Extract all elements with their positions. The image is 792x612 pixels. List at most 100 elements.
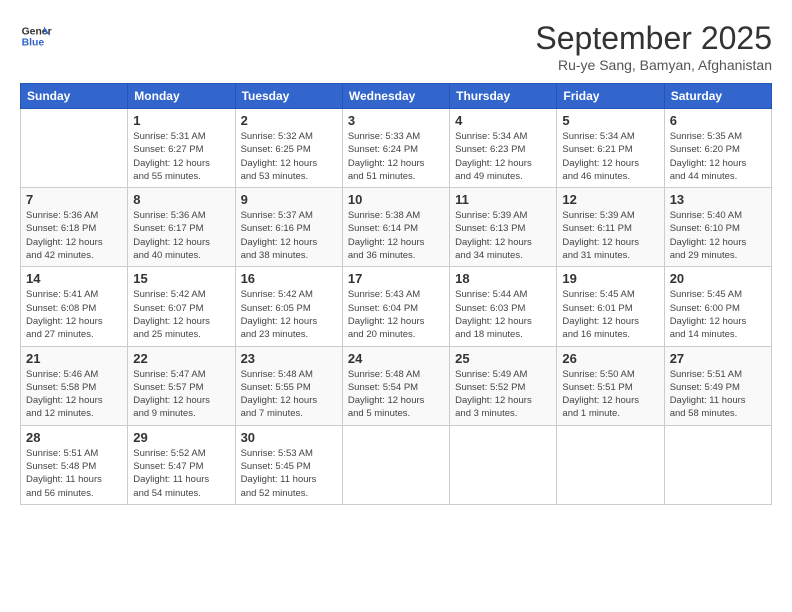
day-number: 7 (26, 192, 122, 207)
weekday-header-cell: Friday (557, 84, 664, 109)
day-number: 27 (670, 351, 766, 366)
calendar-day-cell: 19Sunrise: 5:45 AM Sunset: 6:01 PM Dayli… (557, 267, 664, 346)
calendar-body: 1 Sunrise: 5:31 AM Sunset: 6:27 PM Daylig… (21, 109, 772, 505)
calendar-day-cell: 11 Sunrise: 5:39 AM Sunset: 6:13 PM Dayli… (450, 188, 557, 267)
weekday-header-row: SundayMondayTuesdayWednesdayThursdayFrid… (21, 84, 772, 109)
day-info: Sunrise: 5:42 AM Sunset: 6:07 PM Dayligh… (133, 288, 229, 341)
weekday-header-cell: Monday (128, 84, 235, 109)
calendar-day-cell: 2 Sunrise: 5:32 AM Sunset: 6:25 PM Daylig… (235, 109, 342, 188)
location-subtitle: Ru-ye Sang, Bamyan, Afghanistan (535, 57, 772, 73)
day-info: Sunrise: 5:52 AM Sunset: 5:47 PM Dayligh… (133, 447, 229, 500)
calendar-day-cell: 8 Sunrise: 5:36 AM Sunset: 6:17 PM Daylig… (128, 188, 235, 267)
day-info: Sunrise: 5:51 AM Sunset: 5:49 PM Dayligh… (670, 368, 766, 421)
calendar-week-row: 21 Sunrise: 5:46 AM Sunset: 5:58 PM Dayli… (21, 346, 772, 425)
day-info: Sunrise: 5:36 AM Sunset: 6:18 PM Dayligh… (26, 209, 122, 262)
calendar-day-cell: 22 Sunrise: 5:47 AM Sunset: 5:57 PM Dayli… (128, 346, 235, 425)
day-number: 1 (133, 113, 229, 128)
calendar-week-row: 7 Sunrise: 5:36 AM Sunset: 6:18 PM Daylig… (21, 188, 772, 267)
day-info: Sunrise: 5:36 AM Sunset: 6:17 PM Dayligh… (133, 209, 229, 262)
day-number: 11 (455, 192, 551, 207)
svg-text:Blue: Blue (22, 38, 45, 49)
day-info: Sunrise: 5:46 AM Sunset: 5:58 PM Dayligh… (26, 368, 122, 421)
calendar-day-cell: 26 Sunrise: 5:50 AM Sunset: 5:51 PM Dayli… (557, 346, 664, 425)
calendar-day-cell: 20 Sunrise: 5:45 AM Sunset: 6:00 PM Dayli… (664, 267, 771, 346)
page-header: General Blue September 2025 Ru-ye Sang, … (20, 20, 772, 73)
day-number: 15 (133, 271, 229, 286)
day-number: 24 (348, 351, 444, 366)
day-info: Sunrise: 5:35 AM Sunset: 6:20 PM Dayligh… (670, 130, 766, 183)
calendar-day-cell (557, 425, 664, 504)
day-number: 22 (133, 351, 229, 366)
day-info: Sunrise: 5:41 AM Sunset: 6:08 PM Dayligh… (26, 288, 122, 341)
calendar-day-cell: 12 Sunrise: 5:39 AM Sunset: 6:11 PM Dayli… (557, 188, 664, 267)
calendar-table: SundayMondayTuesdayWednesdayThursdayFrid… (20, 83, 772, 505)
calendar-day-cell: 29 Sunrise: 5:52 AM Sunset: 5:47 PM Dayli… (128, 425, 235, 504)
day-info: Sunrise: 5:40 AM Sunset: 6:10 PM Dayligh… (670, 209, 766, 262)
day-number: 16 (241, 271, 337, 286)
day-number: 9 (241, 192, 337, 207)
day-info: Sunrise: 5:50 AM Sunset: 5:51 PM Dayligh… (562, 368, 658, 421)
calendar-day-cell: 28 Sunrise: 5:51 AM Sunset: 5:48 PM Dayli… (21, 425, 128, 504)
day-info: Sunrise: 5:37 AM Sunset: 6:16 PM Dayligh… (241, 209, 337, 262)
day-info: Sunrise: 5:48 AM Sunset: 5:54 PM Dayligh… (348, 368, 444, 421)
calendar-day-cell: 7 Sunrise: 5:36 AM Sunset: 6:18 PM Daylig… (21, 188, 128, 267)
weekday-header-cell: Sunday (21, 84, 128, 109)
day-info: Sunrise: 5:49 AM Sunset: 5:52 PM Dayligh… (455, 368, 551, 421)
calendar-day-cell: 9 Sunrise: 5:37 AM Sunset: 6:16 PM Daylig… (235, 188, 342, 267)
calendar-day-cell: 10Sunrise: 5:38 AM Sunset: 6:14 PM Dayli… (342, 188, 449, 267)
calendar-day-cell: 5Sunrise: 5:34 AM Sunset: 6:21 PM Daylig… (557, 109, 664, 188)
day-number: 25 (455, 351, 551, 366)
weekday-header-cell: Saturday (664, 84, 771, 109)
day-info: Sunrise: 5:51 AM Sunset: 5:48 PM Dayligh… (26, 447, 122, 500)
calendar-day-cell: 16 Sunrise: 5:42 AM Sunset: 6:05 PM Dayli… (235, 267, 342, 346)
calendar-week-row: 1 Sunrise: 5:31 AM Sunset: 6:27 PM Daylig… (21, 109, 772, 188)
weekday-header-cell: Thursday (450, 84, 557, 109)
calendar-day-cell (450, 425, 557, 504)
day-number: 4 (455, 113, 551, 128)
day-number: 30 (241, 430, 337, 445)
calendar-day-cell (342, 425, 449, 504)
weekday-header-cell: Tuesday (235, 84, 342, 109)
calendar-day-cell: 23Sunrise: 5:48 AM Sunset: 5:55 PM Dayli… (235, 346, 342, 425)
day-number: 28 (26, 430, 122, 445)
day-info: Sunrise: 5:39 AM Sunset: 6:13 PM Dayligh… (455, 209, 551, 262)
day-info: Sunrise: 5:48 AM Sunset: 5:55 PM Dayligh… (241, 368, 337, 421)
day-info: Sunrise: 5:43 AM Sunset: 6:04 PM Dayligh… (348, 288, 444, 341)
day-number: 2 (241, 113, 337, 128)
day-number: 26 (562, 351, 658, 366)
day-number: 29 (133, 430, 229, 445)
title-area: September 2025 Ru-ye Sang, Bamyan, Afgha… (535, 20, 772, 73)
day-number: 3 (348, 113, 444, 128)
calendar-day-cell: 17Sunrise: 5:43 AM Sunset: 6:04 PM Dayli… (342, 267, 449, 346)
day-info: Sunrise: 5:44 AM Sunset: 6:03 PM Dayligh… (455, 288, 551, 341)
day-info: Sunrise: 5:42 AM Sunset: 6:05 PM Dayligh… (241, 288, 337, 341)
day-number: 19 (562, 271, 658, 286)
logo-icon: General Blue (20, 20, 52, 52)
day-info: Sunrise: 5:39 AM Sunset: 6:11 PM Dayligh… (562, 209, 658, 262)
logo: General Blue (20, 20, 52, 52)
weekday-header-cell: Wednesday (342, 84, 449, 109)
calendar-day-cell: 15 Sunrise: 5:42 AM Sunset: 6:07 PM Dayli… (128, 267, 235, 346)
calendar-day-cell: 18Sunrise: 5:44 AM Sunset: 6:03 PM Dayli… (450, 267, 557, 346)
day-number: 21 (26, 351, 122, 366)
day-info: Sunrise: 5:34 AM Sunset: 6:23 PM Dayligh… (455, 130, 551, 183)
day-number: 13 (670, 192, 766, 207)
day-info: Sunrise: 5:45 AM Sunset: 6:00 PM Dayligh… (670, 288, 766, 341)
day-number: 6 (670, 113, 766, 128)
day-info: Sunrise: 5:47 AM Sunset: 5:57 PM Dayligh… (133, 368, 229, 421)
calendar-day-cell: 6 Sunrise: 5:35 AM Sunset: 6:20 PM Daylig… (664, 109, 771, 188)
day-info: Sunrise: 5:31 AM Sunset: 6:27 PM Dayligh… (133, 130, 229, 183)
calendar-day-cell: 27 Sunrise: 5:51 AM Sunset: 5:49 PM Dayli… (664, 346, 771, 425)
day-info: Sunrise: 5:33 AM Sunset: 6:24 PM Dayligh… (348, 130, 444, 183)
calendar-day-cell: 4 Sunrise: 5:34 AM Sunset: 6:23 PM Daylig… (450, 109, 557, 188)
calendar-day-cell: 25 Sunrise: 5:49 AM Sunset: 5:52 PM Dayli… (450, 346, 557, 425)
calendar-day-cell: 13 Sunrise: 5:40 AM Sunset: 6:10 PM Dayli… (664, 188, 771, 267)
day-number: 8 (133, 192, 229, 207)
month-title: September 2025 (535, 20, 772, 57)
calendar-day-cell: 24 Sunrise: 5:48 AM Sunset: 5:54 PM Dayli… (342, 346, 449, 425)
day-info: Sunrise: 5:32 AM Sunset: 6:25 PM Dayligh… (241, 130, 337, 183)
day-number: 12 (562, 192, 658, 207)
day-number: 20 (670, 271, 766, 286)
calendar-day-cell: 30Sunrise: 5:53 AM Sunset: 5:45 PM Dayli… (235, 425, 342, 504)
calendar-day-cell: 21 Sunrise: 5:46 AM Sunset: 5:58 PM Dayli… (21, 346, 128, 425)
